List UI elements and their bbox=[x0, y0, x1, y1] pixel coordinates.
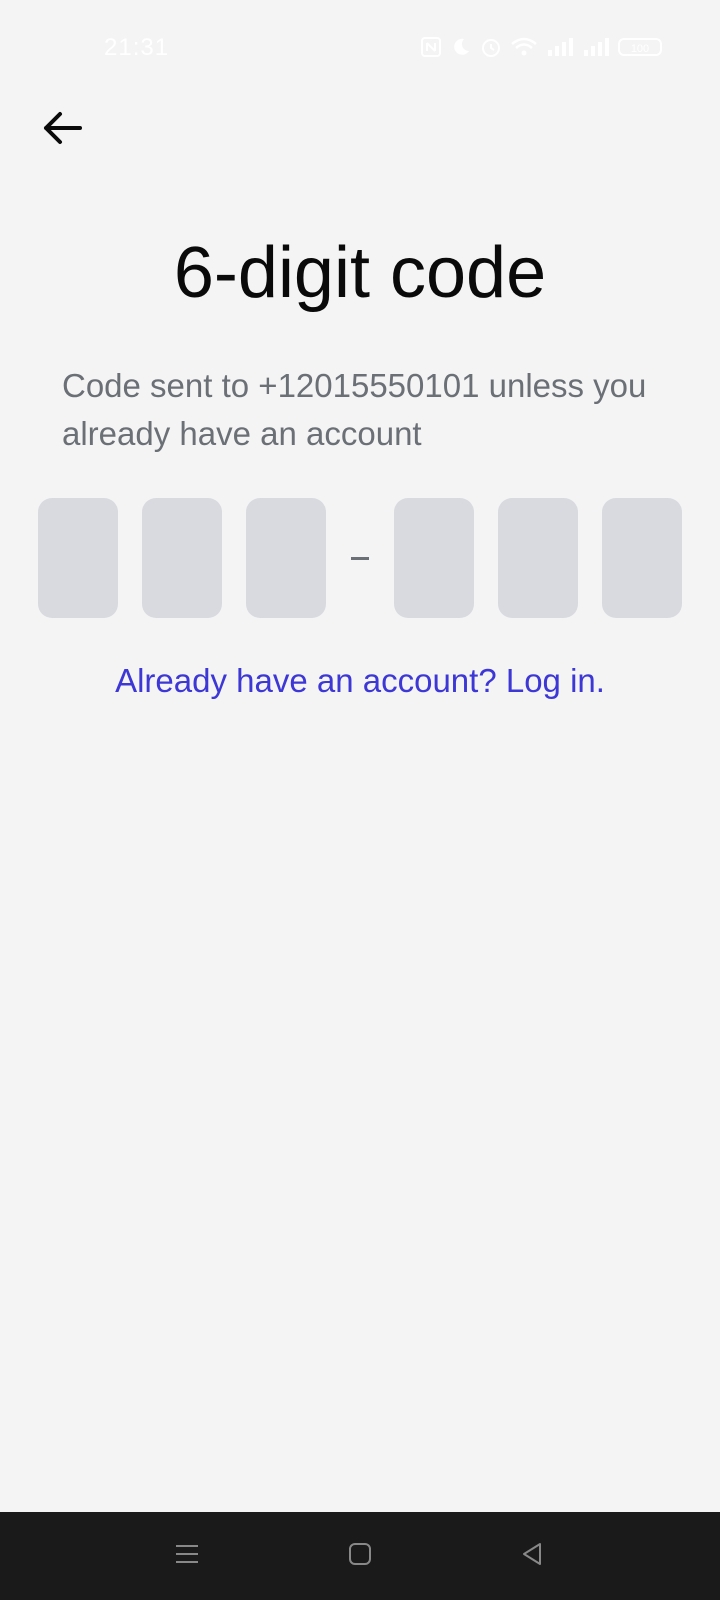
code-digit-4[interactable] bbox=[394, 498, 474, 618]
page-title: 6-digit code bbox=[173, 233, 547, 313]
status-time: 21:31 bbox=[104, 34, 170, 61]
code-digit-1[interactable] bbox=[38, 498, 118, 618]
status-icons: 100 bbox=[420, 36, 662, 58]
wifi-icon bbox=[510, 36, 538, 58]
code-digit-6[interactable] bbox=[602, 498, 682, 618]
nfc-icon bbox=[420, 36, 442, 58]
signal-icon bbox=[582, 36, 610, 58]
code-digit-3[interactable] bbox=[246, 498, 326, 618]
arrow-left-icon bbox=[38, 104, 86, 157]
subtitle: Code sent to +12015550101 unless you alr… bbox=[62, 367, 647, 452]
alarm-icon bbox=[480, 36, 502, 58]
back-triangle-icon bbox=[518, 1540, 546, 1573]
menu-button[interactable] bbox=[165, 1534, 209, 1578]
code-digit-2[interactable] bbox=[142, 498, 222, 618]
code-separator bbox=[350, 498, 370, 618]
code-input-group bbox=[38, 498, 682, 618]
login-link[interactable]: Already have an account? Log in. bbox=[0, 662, 720, 700]
home-button[interactable] bbox=[338, 1534, 382, 1578]
back-nav-button[interactable] bbox=[510, 1534, 554, 1578]
home-icon bbox=[346, 1540, 374, 1573]
moon-icon bbox=[450, 36, 472, 58]
menu-icon bbox=[173, 1540, 201, 1573]
battery-icon: 100 bbox=[618, 38, 662, 56]
navigation-bar bbox=[0, 1512, 720, 1600]
code-digit-5[interactable] bbox=[498, 498, 578, 618]
signal-icon bbox=[546, 36, 574, 58]
status-bar: 21:31 100 bbox=[0, 0, 720, 90]
back-button[interactable] bbox=[34, 102, 90, 158]
